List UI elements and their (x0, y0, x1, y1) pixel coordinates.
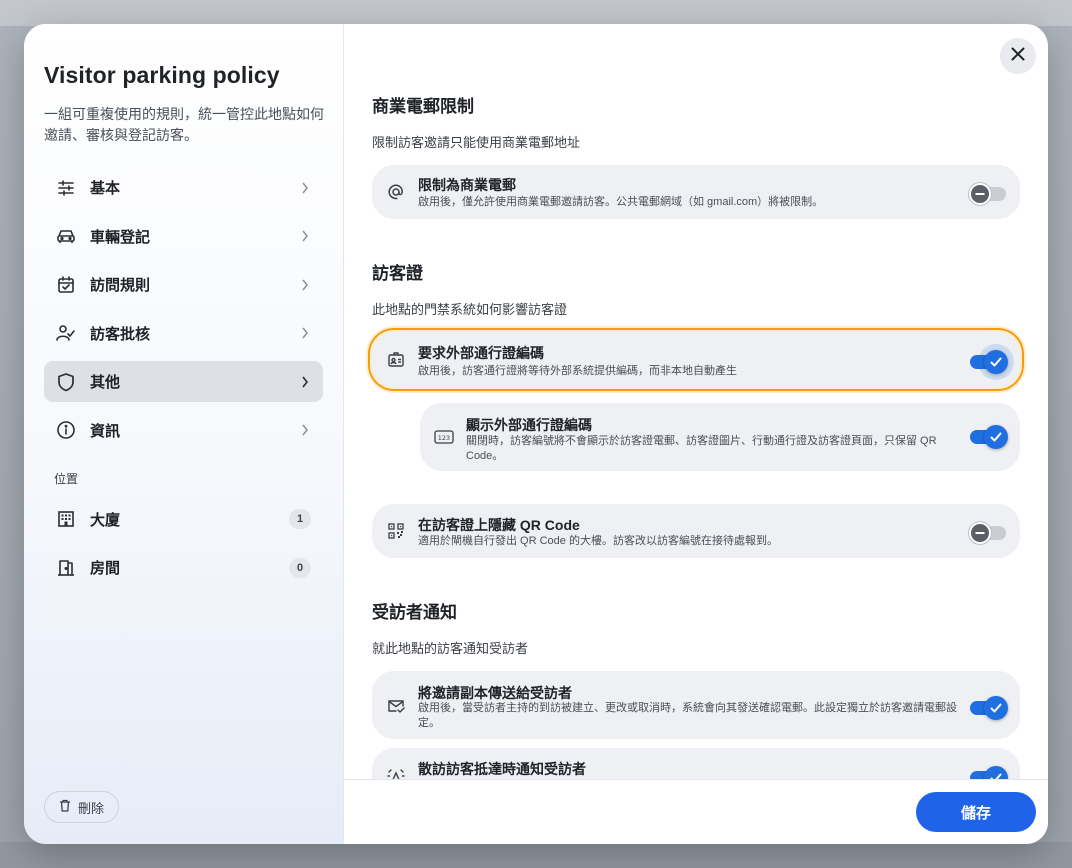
at-sign-icon (386, 182, 406, 202)
business-email-toggle[interactable] (968, 182, 1006, 206)
setting-card-send-copy: 將邀請副本傳送給受訪者 啟用後，當受訪者主持的到訪被建立、更改或取消時，系統會向… (372, 671, 1020, 739)
chevron-right-icon (299, 424, 311, 436)
car-icon (56, 226, 76, 246)
sidebar-item-label: 訪問規則 (90, 277, 151, 294)
checkmark-icon (984, 350, 1008, 374)
setting-subtitle: 適用於閘機自行發出 QR Code 的大樓。訪客改以訪客編號在接待處報到。 (418, 535, 778, 547)
setting-title: 在訪客證上隱藏 QR Code (418, 517, 580, 533)
sliders-icon (56, 178, 76, 198)
svg-text:123: 123 (438, 434, 450, 442)
chevron-right-icon (299, 279, 311, 291)
sidebar-item-label: 訪客批核 (90, 325, 151, 343)
show-external-toggle[interactable] (970, 425, 1008, 449)
modal-footer: 儲存 (344, 779, 1048, 844)
setting-subtitle: 啟用後，訪客通行證將等待外部系統提供編碼，而非本地自動產生 (418, 365, 737, 377)
modal-title: Visitor parking policy (44, 62, 280, 88)
id-badge-icon (386, 350, 406, 370)
sidebar-item-visit-rules[interactable]: 訪問規則 (44, 264, 323, 305)
chevron-right-icon (299, 376, 311, 388)
setting-card-show-external: 123 顯示外部通行證編碼 關閉時，訪客編號將不會顯示於訪客證電郵、訪客證圖片、… (420, 403, 1020, 471)
background-header (0, 0, 1072, 26)
shield-icon (56, 372, 76, 392)
info-icon (56, 420, 76, 440)
location-section-label: 位置 (54, 471, 79, 486)
hide-qr-toggle[interactable] (968, 521, 1006, 545)
setting-card-hide-qr: 在訪客證上隱藏 QR Code 適用於閘機自行發出 QR Code 的大樓。訪客… (372, 504, 1020, 558)
setting-card-require-external: 要求外部通行證編碼 啟用後，訪客通行證將等待外部系統提供編碼，而非本地自動產生 (368, 328, 1024, 391)
section-desc-visitor-pass: 此地點的門禁系統如何影響訪客證 (372, 302, 568, 317)
setting-subtitle: 啟用後，僅允許使用商業電郵邀請訪客。公共電郵網域（如 gmail.com）將被限… (418, 196, 824, 208)
toggle-off-icon (968, 182, 992, 206)
sidebar-item-basic[interactable]: 基本 (44, 167, 323, 208)
user-check-icon (56, 323, 76, 343)
checkmark-icon (984, 696, 1008, 720)
section-title-host-notify: 受訪者通知 (372, 603, 457, 622)
mail-check-icon (386, 696, 406, 716)
setting-subtitle: 啟用後，當受訪者主持的到訪被建立、更改或取消時，系統會向其發送確認電郵。此設定獨… (418, 702, 957, 729)
background-footer (0, 842, 1072, 868)
toggle-off-icon (968, 521, 992, 545)
setting-title: 將邀請副本傳送給受訪者 (418, 685, 572, 701)
sidebar-item-label: 房間 (90, 560, 121, 577)
sidebar-item-label: 其他 (90, 374, 121, 391)
sidebar-item-approval[interactable]: 訪客批核 (44, 313, 323, 354)
sidebar-item-info[interactable]: 資訊 (44, 410, 323, 451)
alarm-icon (386, 767, 406, 779)
count-badge: 1 (289, 509, 311, 529)
checkmark-icon (984, 425, 1008, 449)
require-external-toggle[interactable] (970, 344, 1014, 380)
setting-title: 顯示外部通行證編碼 (466, 417, 592, 433)
setting-title: 散訪訪客抵達時通知受訪者 (418, 761, 586, 777)
building-icon (56, 509, 76, 529)
trash-icon (59, 799, 71, 815)
close-icon (1011, 47, 1025, 66)
section-title-business-email: 商業電郵限制 (372, 97, 474, 116)
qr-code-icon (386, 521, 406, 541)
sidebar-item-label: 資訊 (90, 422, 121, 440)
send-copy-toggle[interactable] (970, 696, 1008, 720)
sidebar: Visitor parking policy 一組可重複使用的規則，統一管控此地… (24, 24, 344, 844)
chevron-right-icon (299, 182, 311, 194)
setting-title: 要求外部通行證編碼 (418, 345, 544, 361)
setting-subtitle: 關閉時，訪客編號將不會顯示於訪客證電郵、訪客證圖片、行動通行證及訪客證頁面，只保… (466, 435, 937, 462)
section-desc-host-notify: 就此地點的訪客通知受訪者 (372, 641, 529, 656)
door-icon (56, 558, 76, 578)
delete-label: 刪除 (78, 800, 105, 816)
section-title-visitor-pass: 訪客證 (372, 264, 423, 283)
chevron-right-icon (299, 327, 311, 339)
sidebar-item-label: 基本 (90, 180, 121, 197)
count-badge: 0 (289, 557, 311, 578)
sidebar-item-others[interactable]: 其他 (44, 361, 323, 402)
modal-description: 一組可重複使用的規則，統一管控此地點如何邀請、審核與登記訪客。 (44, 106, 324, 143)
sidebar-item-label: 車輛登記 (90, 228, 151, 246)
calendar-check-icon (56, 275, 76, 295)
save-button[interactable]: 儲存 (916, 792, 1036, 832)
sidebar-item-room[interactable]: 房間 0 (44, 547, 323, 588)
sidebar-nav: 基本 車輛登記 訪問規則 訪客批核 其他 資訊 位置 大廈 1 房間 0 (44, 167, 323, 596)
sidebar-item-label: 大廈 (90, 511, 121, 529)
section-desc-business-email: 限制訪客邀請只能使用商業電郵地址 (372, 135, 581, 150)
chevron-right-icon (299, 230, 311, 242)
number-pad-icon: 123 (434, 427, 454, 447)
checkmark-icon (984, 766, 1008, 779)
walkin-arrival-toggle[interactable] (970, 766, 1008, 779)
main-content: 商業電郵限制 限制訪客邀請只能使用商業電郵地址 限制為商業電郵 啟用後，僅允許使… (344, 24, 1048, 779)
delete-button[interactable]: 刪除 (44, 791, 120, 823)
setting-card-walkin-arrival: 散訪訪客抵達時通知受訪者 (372, 748, 1020, 779)
close-button[interactable] (1000, 38, 1036, 74)
sidebar-item-building[interactable]: 大廈 1 (44, 499, 323, 540)
setting-card-business-email: 限制為商業電郵 啟用後，僅允許使用商業電郵邀請訪客。公共電郵網域（如 gmail… (372, 165, 1020, 219)
setting-title: 限制為商業電郵 (418, 177, 516, 193)
policy-modal: Visitor parking policy 一組可重複使用的規則，統一管控此地… (24, 24, 1048, 844)
sidebar-item-vehicle[interactable]: 車輛登記 (44, 216, 323, 257)
